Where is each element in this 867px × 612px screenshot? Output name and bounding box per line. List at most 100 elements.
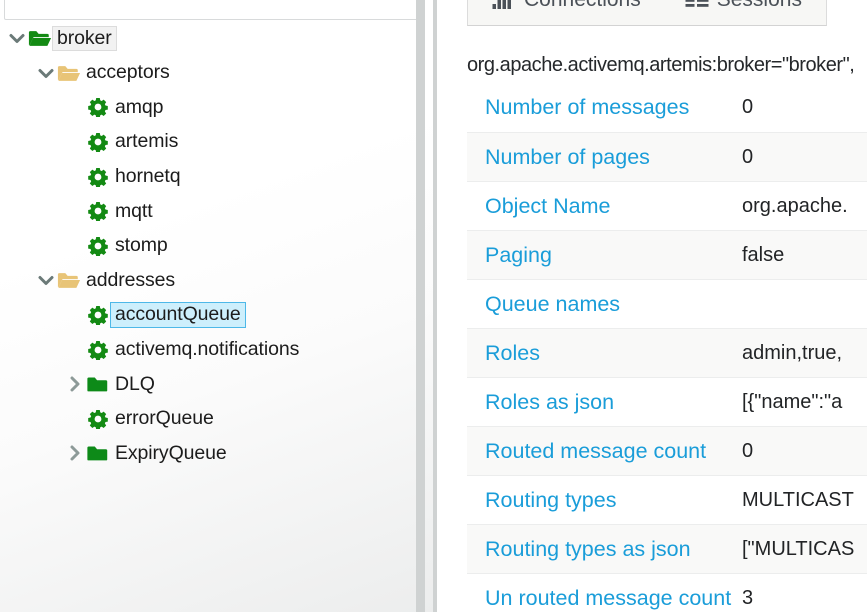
attribute-row[interactable]: Queue names: [467, 279, 867, 328]
tree-item-mqtt[interactable]: mqtt: [0, 194, 415, 229]
folder-open-tan-icon: [57, 62, 81, 84]
folder-closed-green-icon: [86, 442, 110, 464]
folder-open-tan-icon: [57, 269, 81, 291]
mbean-browser-window: broker acceptors amqp artemis hornetq mqtt sto…: [0, 0, 867, 612]
twisty-placeholder: [64, 339, 86, 361]
tree-vertical-scrollbar[interactable]: [416, 0, 425, 612]
attribute-value: 0: [742, 96, 867, 119]
chevron-down-icon[interactable]: [6, 27, 28, 49]
attribute-value: false: [742, 244, 867, 267]
attribute-name-link[interactable]: Number of pages: [467, 145, 742, 170]
attribute-name-link[interactable]: Paging: [467, 243, 742, 268]
tree-item-label: amqp: [110, 95, 168, 120]
tree-item-label: errorQueue: [110, 406, 219, 431]
twisty-placeholder: [64, 408, 86, 430]
attribute-row[interactable]: Routed message count0: [467, 426, 867, 475]
attributes-table: Number of messages0Number of pages0Objec…: [467, 83, 867, 612]
tree-item-acceptors[interactable]: acceptors: [0, 56, 415, 91]
tree-item-hornetq[interactable]: hornetq: [0, 159, 415, 194]
tree-item-expiryqueue[interactable]: ExpiryQueue: [0, 436, 415, 471]
attribute-row[interactable]: Routing types as json["MULTICAS: [467, 524, 867, 573]
tree-item-dlq[interactable]: DLQ: [0, 367, 415, 402]
gear-icon: [86, 304, 110, 326]
attribute-name-link[interactable]: Roles as json: [467, 390, 742, 415]
attribute-name-link[interactable]: Roles: [467, 341, 742, 366]
tree-item-label: hornetq: [110, 164, 185, 189]
gear-icon: [86, 96, 110, 118]
attribute-value: org.apache.: [742, 195, 867, 218]
attribute-value: MULTICAST: [742, 489, 867, 512]
attribute-name-link[interactable]: Routing types: [467, 488, 742, 513]
attribute-row[interactable]: Roles as json[{"name":"a: [467, 377, 867, 426]
gear-icon: [86, 200, 110, 222]
tree-item-label: ExpiryQueue: [110, 441, 232, 466]
jmx-tree: broker acceptors amqp artemis hornetq mqtt sto…: [0, 21, 415, 471]
attribute-row[interactable]: Number of pages0: [467, 132, 867, 181]
attribute-value: 3: [742, 587, 867, 610]
chevron-right-icon[interactable]: [64, 373, 86, 395]
tree-item-broker[interactable]: broker: [0, 21, 415, 56]
chevron-down-icon[interactable]: [35, 269, 57, 291]
tree-item-errorqueue[interactable]: errorQueue: [0, 402, 415, 437]
twisty-placeholder: [64, 96, 86, 118]
attribute-name-link[interactable]: Routing types as json: [467, 537, 742, 562]
attribute-row[interactable]: Number of messages0: [467, 83, 867, 132]
gear-icon: [86, 131, 110, 153]
chevron-right-icon[interactable]: [64, 442, 86, 464]
tree-item-label: acceptors: [81, 60, 175, 85]
twisty-placeholder: [64, 200, 86, 222]
bar-chart-icon: [492, 0, 516, 9]
twisty-placeholder: [64, 304, 86, 326]
tree-item-label: addresses: [81, 268, 180, 293]
tree-item-label: DLQ: [110, 372, 160, 397]
mbean-detail-panel: Connections Sessions org.apache.activemq.…: [442, 0, 867, 612]
detail-tab-bar: Connections Sessions: [467, 0, 827, 26]
gear-icon: [86, 339, 110, 361]
tab-sessions[interactable]: Sessions: [663, 0, 824, 25]
tree-item-label: artemis: [110, 129, 183, 154]
folder-closed-green-icon: [86, 373, 110, 395]
tab-label: Connections: [524, 0, 641, 12]
tab-label: Sessions: [717, 0, 802, 12]
attribute-row[interactable]: Pagingfalse: [467, 230, 867, 279]
twisty-placeholder: [64, 131, 86, 153]
twisty-placeholder: [64, 166, 86, 188]
gear-icon: [86, 408, 110, 430]
attribute-value: ["MULTICAS: [742, 538, 867, 561]
tree-item-stomp[interactable]: stomp: [0, 229, 415, 264]
tree-item-activemq-notifications[interactable]: activemq.notifications: [0, 332, 415, 367]
chevron-down-icon[interactable]: [35, 62, 57, 84]
mbean-object-name-header: org.apache.activemq.artemis:broker="brok…: [467, 54, 854, 77]
gear-icon: [86, 166, 110, 188]
tree-item-amqp[interactable]: amqp: [0, 90, 415, 125]
twisty-placeholder: [64, 235, 86, 257]
attribute-name-link[interactable]: Un routed message count: [467, 586, 742, 611]
attribute-row[interactable]: Rolesadmin,true,: [467, 328, 867, 377]
attribute-row[interactable]: Object Nameorg.apache.: [467, 181, 867, 230]
tree-item-label: stomp: [110, 233, 173, 258]
tab-connections[interactable]: Connections: [470, 0, 663, 25]
attribute-name-link[interactable]: Object Name: [467, 194, 742, 219]
tree-item-label: broker: [52, 26, 117, 51]
tree-item-addresses[interactable]: addresses: [0, 263, 415, 298]
attribute-value: 0: [742, 146, 867, 169]
tree-item-label: mqtt: [110, 199, 158, 224]
attribute-row[interactable]: Routing typesMULTICAST: [467, 475, 867, 524]
list-table-icon: [685, 0, 709, 9]
tree-search-input[interactable]: [4, 0, 424, 20]
tree-item-label: accountQueue: [110, 302, 246, 327]
attribute-value: admin,true,: [742, 342, 867, 365]
tree-item-accountqueue[interactable]: accountQueue: [0, 298, 415, 333]
attribute-row[interactable]: Un routed message count3: [467, 573, 867, 612]
attribute-name-link[interactable]: Queue names: [467, 292, 742, 317]
attribute-value: [{"name":"a: [742, 391, 867, 414]
gear-icon: [86, 235, 110, 257]
jmx-tree-panel: broker acceptors amqp artemis hornetq mqtt sto…: [0, 0, 437, 612]
folder-open-green-icon: [28, 27, 52, 49]
attribute-name-link[interactable]: Routed message count: [467, 439, 742, 464]
attribute-name-link[interactable]: Number of messages: [467, 95, 742, 120]
tree-panel-edge: [433, 0, 437, 612]
tree-item-artemis[interactable]: artemis: [0, 125, 415, 160]
tree-item-label: activemq.notifications: [110, 337, 304, 362]
attribute-value: 0: [742, 440, 867, 463]
